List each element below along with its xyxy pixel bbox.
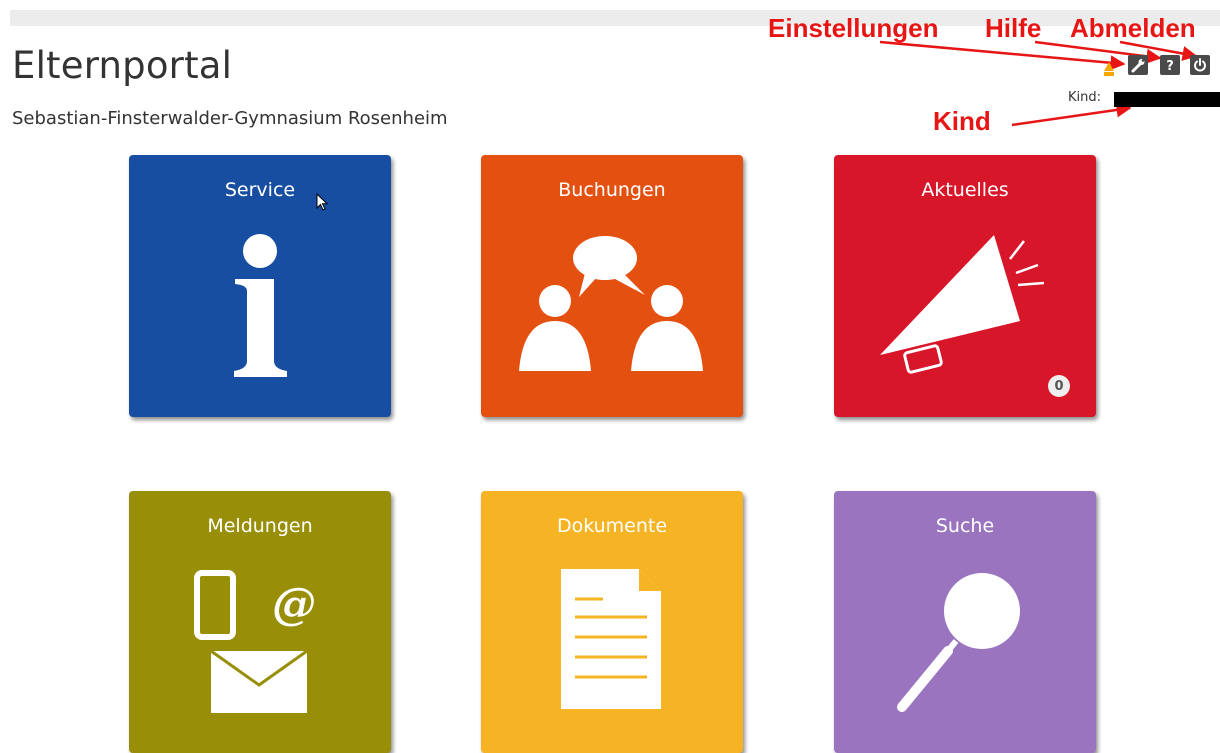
tile-dokumente[interactable]: Dokumente <box>481 491 743 753</box>
document-icon <box>561 569 661 709</box>
help-icon[interactable]: ? <box>1160 55 1180 75</box>
arrow-to-settings <box>879 40 1126 71</box>
phone-at-mail-icon: @ <box>194 570 316 713</box>
tile-aktuelles[interactable]: Aktuelles 0 <box>834 155 1096 417</box>
arrow-to-kind <box>1011 102 1132 127</box>
annotation-kind: Kind <box>933 106 991 136</box>
page-title: Elternportal <box>12 44 233 87</box>
language-flag-icon[interactable] <box>1104 62 1114 76</box>
notification-badge: 0 <box>1048 375 1070 397</box>
svg-text:?: ? <box>1166 59 1174 73</box>
arrow-to-logout <box>1119 40 1198 61</box>
school-name: Sebastian-Finsterwalder-Gymnasium Rosenh… <box>12 108 448 129</box>
magnifier-icon <box>897 573 1020 712</box>
tile-service[interactable]: Service <box>129 155 391 417</box>
settings-icon[interactable] <box>1128 55 1148 75</box>
people-talking-icon <box>519 236 703 371</box>
mouse-cursor-icon <box>316 193 329 211</box>
annotation-logout: Abmelden <box>1070 13 1196 43</box>
svg-text:@: @ <box>272 579 316 630</box>
logout-icon[interactable] <box>1190 55 1210 75</box>
annotation-settings: Einstellungen <box>768 13 939 43</box>
tile-suche[interactable]: Suche <box>834 491 1096 753</box>
annotation-help: Hilfe <box>985 13 1042 43</box>
tile-meldungen[interactable]: Meldungen @ <box>129 491 391 753</box>
kind-label: Kind: <box>1068 90 1102 105</box>
info-icon <box>234 234 287 377</box>
tile-buchungen[interactable]: Buchungen <box>481 155 743 417</box>
kind-selector-redacted[interactable] <box>1114 92 1220 107</box>
